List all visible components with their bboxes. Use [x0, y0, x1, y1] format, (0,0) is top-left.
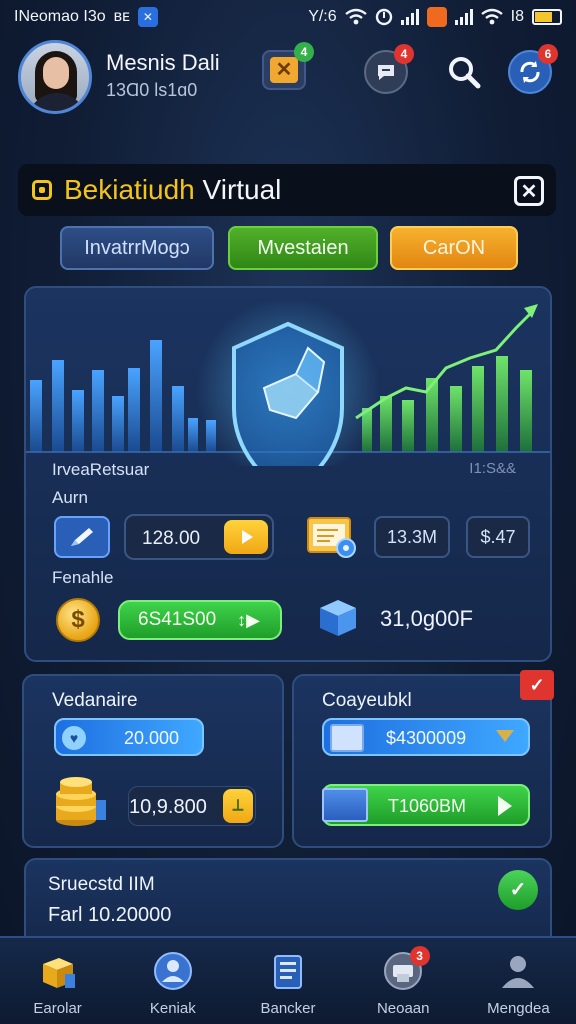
balance-value: 31,0ɡ00F — [380, 606, 473, 631]
nav-label: Mengdea — [487, 1000, 550, 1017]
play-icon — [498, 796, 512, 816]
nav-label: Keniak — [149, 1000, 196, 1017]
stat-chip-2[interactable]: $.47 — [466, 516, 530, 558]
wifi-icon-2 — [480, 8, 503, 25]
gold-blocks-icon — [42, 958, 75, 988]
nav-label: Neoaan — [376, 1000, 430, 1017]
status-bar: INeomao I3o ʙᴇ ✕ Y/:6 I8 — [0, 0, 576, 34]
app-notification-icon: ✕ — [137, 7, 158, 27]
close-icon[interactable]: ✕ — [514, 176, 544, 206]
refresh-button[interactable]: 6 — [508, 44, 558, 94]
vendor-blue-value: 20.000 — [124, 728, 180, 748]
bank-document-icon — [274, 955, 302, 989]
vendor-value: 10,9.800 — [129, 796, 207, 818]
company-dropdown[interactable]: $4300009 — [322, 718, 530, 756]
user-subtitle: 13Ɑ0 ls1ɑ0 — [106, 80, 198, 100]
books-icon — [322, 788, 368, 822]
amount-go-button[interactable] — [224, 520, 268, 554]
nav-item-bancker[interactable]: Bancker — [230, 938, 345, 1024]
transfer-arrow-icon: ↕▶ — [237, 610, 260, 630]
banner-title-highlight: Bekiatiudh — [64, 174, 195, 205]
amount-input[interactable]: 128.00 — [124, 514, 274, 560]
banner-icon — [32, 180, 52, 200]
green-value: 6S41S00 — [138, 609, 217, 630]
green-value-button[interactable]: 6S41S00 ↕▶ — [118, 600, 282, 640]
summary-title: Sruecstd IIM — [48, 874, 155, 895]
close-box-icon: ✕ — [270, 57, 298, 83]
dollar-coin-icon: $ — [56, 598, 100, 642]
chart-title: IrveaRetsuar — [52, 460, 150, 479]
bottom-nav: Earolar Keniak Bancker 3 Neoaan Mengdea — [0, 936, 576, 1024]
coins-stack-icon — [56, 777, 106, 826]
signal-icon — [400, 9, 419, 25]
aum-label: Aurn — [52, 488, 88, 507]
company-green-button[interactable]: T1060BM — [322, 784, 530, 826]
heart-icon: ♥ — [62, 726, 86, 750]
app-badge-icon — [426, 7, 447, 27]
summary-subtitle: Farl 10.20000 — [48, 904, 172, 926]
check-badge-icon: ✓ — [520, 670, 554, 700]
nav-item-neoaan[interactable]: 3 Neoaan — [346, 938, 461, 1024]
status-bar-left-extra: ʙᴇ — [113, 8, 130, 25]
vendor-blue-pill[interactable]: ♥ 20.000 — [54, 718, 204, 756]
chat-badge: 4 — [394, 44, 414, 64]
nav-item-earolar[interactable]: Earolar — [0, 938, 115, 1024]
investment-panel: IrveaRetsuar I1:S&& Aurn 128.00 13.3M $.… — [24, 286, 552, 662]
battery-icon — [532, 9, 562, 25]
tab-car-on[interactable]: CarON — [390, 226, 518, 270]
status-time: Y/:6 — [308, 8, 337, 25]
summary-card[interactable]: Sruecstd IIM Farl 10.20000 ✓ — [24, 858, 552, 948]
tasks-button[interactable]: ✕ 4 — [262, 42, 314, 90]
tab-investments[interactable]: InvatrrMogɔ — [60, 226, 214, 270]
header: Mesnis Dali 13Ɑ0 ls1ɑ0 ✕ 4 4 6 — [0, 36, 576, 120]
alarm-icon — [375, 8, 392, 26]
signal-icon-2 — [454, 9, 473, 25]
search-icon — [449, 57, 481, 89]
nav-badge: 3 — [409, 946, 430, 966]
invoice-icon[interactable] — [304, 512, 358, 560]
chart-corner-label: I1:S&& — [469, 460, 516, 477]
check-icon[interactable]: ✓ — [498, 870, 538, 910]
company-dropdown-value: $4300009 — [386, 728, 467, 748]
tasks-badge: 4 — [294, 42, 314, 62]
company-panel: Coayeubkl ✓ $4300009 T1060BM — [292, 670, 554, 848]
vendor-panel: Vedanaire ♥ 20.000 10,9.800 ⟂ — [22, 674, 284, 848]
wifi-icon — [344, 8, 367, 25]
user-icon — [502, 956, 535, 988]
virtual-banner: Bekiatiudh Virtual ✕ — [18, 164, 556, 216]
play-icon — [242, 530, 253, 544]
avatar[interactable] — [18, 40, 92, 114]
company-title: Coayeubkl — [322, 690, 412, 711]
profile-badge-icon — [153, 952, 192, 990]
document-icon — [330, 724, 364, 752]
stat-chip-1[interactable]: 13.3M — [374, 516, 450, 558]
search-button[interactable] — [442, 50, 486, 94]
status-bar-left-text: INeomao I3o — [14, 8, 106, 25]
tab-investment-active[interactable]: Mvestaien — [228, 226, 378, 270]
growth-illustration — [26, 298, 550, 466]
vendor-value-field[interactable]: 10,9.800 ⟂ — [128, 786, 256, 826]
user-name: Mesnis Dali — [106, 50, 220, 75]
nav-label: Bancker — [260, 1000, 316, 1017]
amount-value: 128.00 — [142, 528, 201, 549]
pen-icon — [71, 528, 93, 546]
banner-title-rest: Virtual — [202, 174, 282, 205]
refresh-badge: 6 — [538, 44, 558, 64]
cube-icon — [320, 600, 356, 636]
chat-icon — [378, 65, 394, 80]
nav-label: Earolar — [33, 1000, 82, 1017]
vendor-title: Vedanaire — [52, 690, 138, 711]
chevron-down-icon — [496, 730, 514, 742]
company-green-value: T1060BM — [388, 796, 467, 816]
chat-button[interactable]: 4 — [364, 44, 414, 94]
banner-title: Bekiatiudh Virtual — [64, 174, 281, 206]
feasible-label: Fenahle — [52, 568, 114, 587]
edit-button[interactable] — [54, 516, 110, 558]
vendor-go-button[interactable]: ⟂ — [223, 789, 253, 823]
refresh-icon — [520, 61, 540, 83]
nav-item-mengdea[interactable]: Mengdea — [461, 938, 576, 1024]
nav-item-keniak[interactable]: Keniak — [115, 938, 230, 1024]
battery-label: I8 — [510, 8, 524, 25]
